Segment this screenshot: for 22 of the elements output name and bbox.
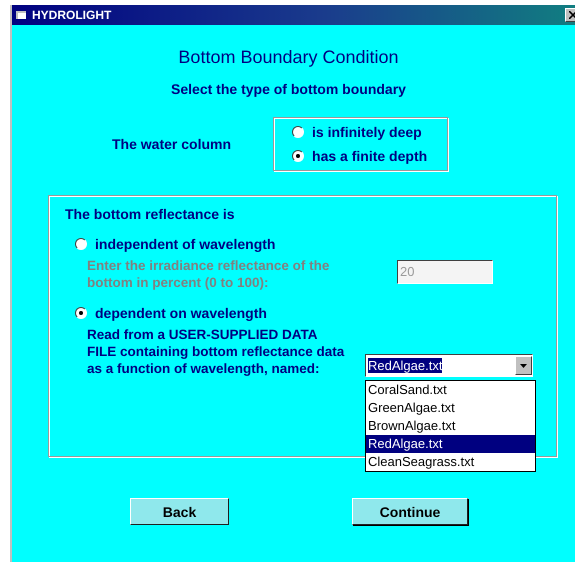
- option-description: Read from a USER-SUPPLIED DATA FILE containing bottom reflectance data as a function of wavelength, named:: [87, 326, 346, 377]
- radio-label: independent of wavelength: [95, 236, 276, 252]
- back-button[interactable]: Back: [130, 498, 229, 525]
- window-title: HYDROLIGHT: [32, 8, 112, 22]
- radio-label: is infinitely deep: [312, 124, 422, 140]
- dropdown-value: RedAlgae.txt: [368, 358, 442, 373]
- option-description: Enter the irradiance reflectance of the bottom in percent (0 to 100):: [87, 257, 330, 291]
- continue-button[interactable]: Continue: [352, 498, 468, 525]
- water-column-label: The water column: [112, 136, 232, 152]
- reflectance-label: The bottom reflectance is: [65, 206, 235, 222]
- dropdown-item[interactable]: RedAlgae.txt: [366, 435, 535, 453]
- radio-label: has a finite depth: [312, 148, 428, 164]
- radio-label: dependent on wavelength: [95, 305, 267, 321]
- dialog-subheading: Select the type of bottom boundary: [171, 81, 406, 97]
- caret-icon: [520, 364, 527, 368]
- radio-button[interactable]: [75, 307, 87, 319]
- dialog-heading: Bottom Boundary Condition: [178, 47, 399, 68]
- radio-button[interactable]: [292, 126, 304, 138]
- file-dropdown[interactable]: RedAlgae.txt: [365, 354, 533, 377]
- app-icon: [16, 10, 28, 20]
- radio-button[interactable]: [292, 150, 304, 162]
- dropdown-arrow-button[interactable]: [515, 356, 532, 375]
